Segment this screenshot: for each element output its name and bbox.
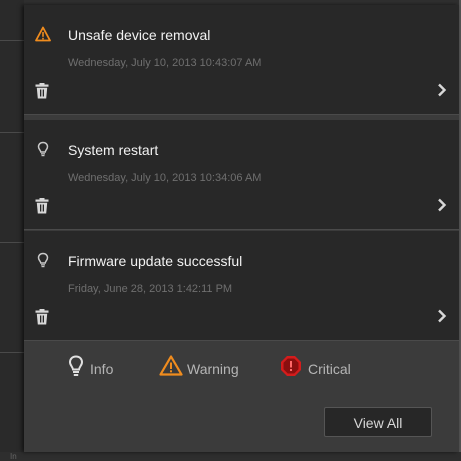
lightbulb-icon — [37, 141, 49, 157]
background-footer: In — [0, 452, 461, 461]
notification-title: Unsafe device removal — [68, 27, 211, 43]
severity-legend: Info Warning Critical — [24, 345, 459, 385]
notification-item[interactable]: System restart Wednesday, July 10, 2013 … — [24, 120, 459, 230]
critical-octagon-icon — [281, 356, 301, 376]
notifications-panel: Unsafe device removal Wednesday, July 10… — [24, 5, 459, 452]
trash-icon[interactable] — [35, 83, 49, 99]
legend-warning-label: Warning — [187, 361, 239, 377]
notification-title: Firmware update successful — [68, 253, 243, 269]
notification-item[interactable]: Unsafe device removal Wednesday, July 10… — [24, 5, 459, 115]
warning-triangle-icon — [159, 355, 183, 376]
chevron-right-icon[interactable] — [437, 198, 447, 212]
background-text: In — [10, 452, 17, 461]
warning-triangle-icon — [35, 26, 51, 42]
notification-timestamp: Wednesday, July 10, 2013 10:34:06 AM — [68, 172, 262, 184]
lightbulb-icon — [68, 355, 84, 376]
notification-timestamp: Wednesday, July 10, 2013 10:43:07 AM — [68, 57, 262, 69]
notification-title: System restart — [68, 142, 159, 158]
notification-item[interactable]: Firmware update successful Friday, June … — [24, 231, 459, 341]
trash-icon[interactable] — [35, 309, 49, 325]
legend-critical-label: Critical — [308, 361, 351, 377]
lightbulb-icon — [37, 252, 49, 268]
trash-icon[interactable] — [35, 198, 49, 214]
view-all-button[interactable]: View All — [324, 407, 432, 437]
chevron-right-icon[interactable] — [437, 83, 447, 97]
chevron-right-icon[interactable] — [437, 309, 447, 323]
notification-timestamp: Friday, June 28, 2013 1:42:11 PM — [68, 283, 233, 295]
legend-info-label: Info — [90, 361, 114, 377]
background-page — [0, 0, 24, 461]
